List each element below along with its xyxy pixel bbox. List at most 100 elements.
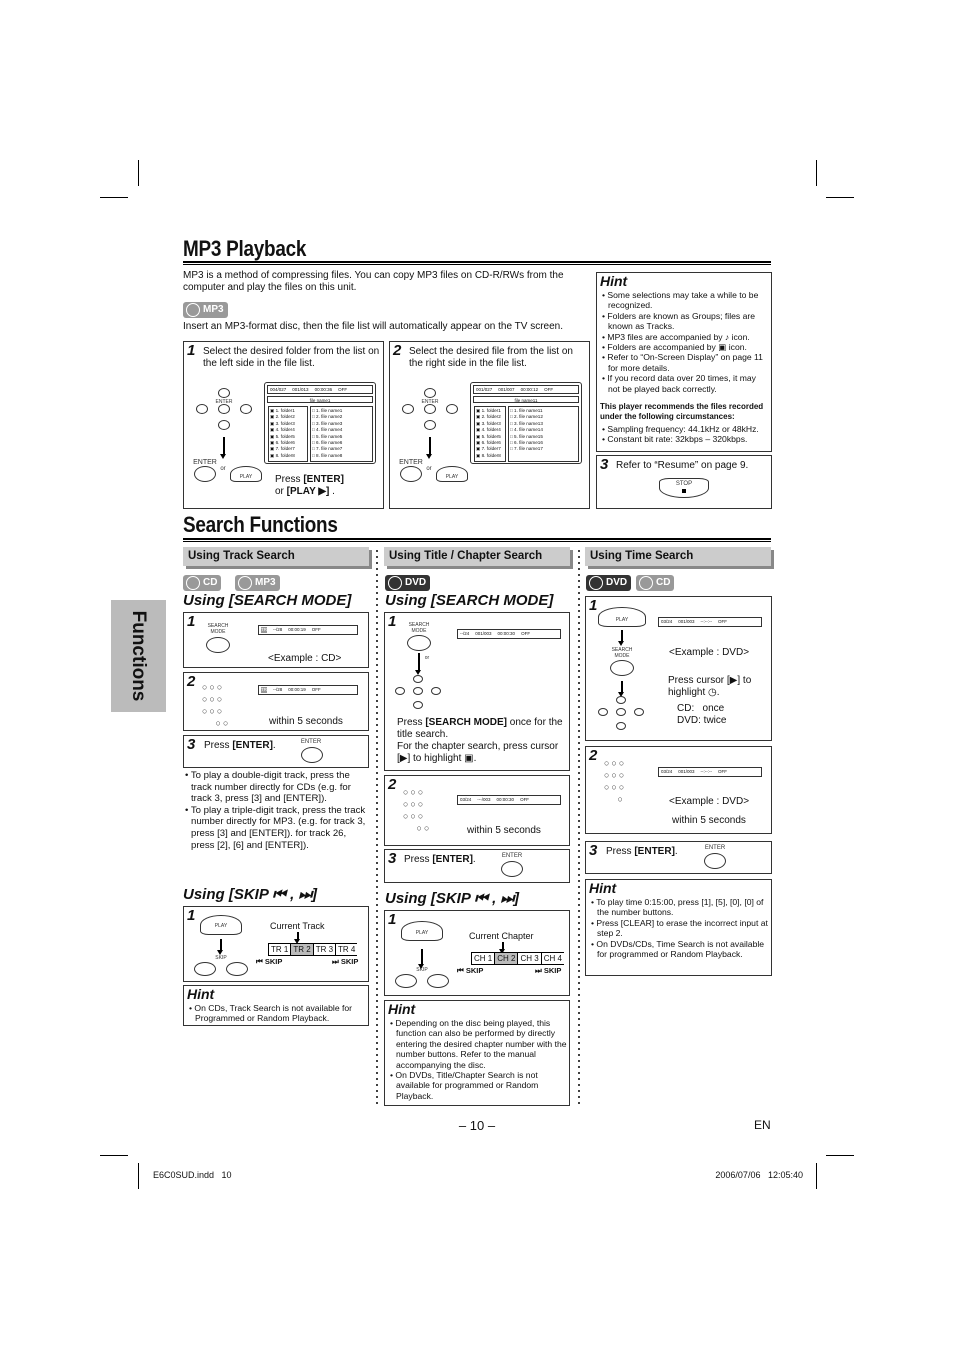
file-item: □ 8. file name8	[312, 452, 343, 458]
folder-list: ▣ 1. folder1 ▣ 2. folder2 ▣ 3. folder3 ▣ 4.…	[474, 406, 506, 462]
example-label: <Example : CD>	[268, 653, 342, 664]
down-button[interactable]	[413, 701, 423, 709]
arrow-down-icon	[220, 437, 226, 459]
mp3-step2-box: 2 Select the desired file from the list …	[389, 341, 590, 509]
step-number: 1	[589, 597, 598, 614]
arrow-down-icon	[294, 932, 300, 944]
enter-button[interactable]	[301, 747, 323, 763]
enter-button[interactable]	[413, 687, 423, 695]
track-hint-box: Hint On CDs, Track Search is not availab…	[183, 985, 369, 1026]
step-number: 1	[388, 613, 397, 630]
mp3-step3-box: 3 Refer to “Resume” on page 9. STOP	[596, 455, 772, 509]
hint-item: On DVDs, Title/Chapter Search is not ava…	[388, 1070, 568, 1101]
enter-button[interactable]	[616, 708, 626, 716]
dvd-badge: DVD	[385, 575, 431, 591]
left-button[interactable]	[402, 404, 414, 414]
search-mode-label: SEARCH MODE	[611, 647, 633, 659]
track-search-header: Using Track Search	[183, 547, 369, 566]
time-hint-box: Hint To play time 0:15:00, press [1], [5…	[585, 879, 772, 976]
down-button[interactable]	[424, 420, 436, 430]
chapter-step3-box: 3 Press [ENTER]. ENTER	[384, 849, 570, 883]
left-button[interactable]	[598, 708, 608, 716]
crop-mark	[100, 1155, 128, 1156]
skip-back-button[interactable]	[194, 962, 216, 976]
cell: TR 3	[312, 944, 335, 955]
cell: TR 4	[335, 944, 357, 955]
step-number: 2	[589, 747, 598, 764]
track-step1-box: 1 SEARCH MODE TR --/28 00:00:19 OFF <Exampl…	[183, 612, 369, 668]
hint-title: Hint	[388, 1001, 416, 1017]
left-button[interactable]	[395, 687, 405, 695]
down-button[interactable]	[218, 420, 230, 430]
crop-mark	[826, 1155, 854, 1156]
enter-button[interactable]	[400, 466, 422, 482]
up-button[interactable]	[616, 696, 626, 704]
column-divider	[376, 548, 378, 1108]
arrow-down-icon	[618, 630, 624, 646]
enter-button[interactable]	[424, 404, 436, 414]
right-button[interactable]	[446, 404, 458, 414]
hint-item: Some selections may take a while to be r…	[600, 290, 770, 311]
left-button[interactable]	[196, 404, 208, 414]
folder-item: ▣ 7. folder7	[476, 446, 501, 452]
mp3-hint-box: Hint Some selections may take a while to…	[596, 272, 772, 452]
skip-forward-button[interactable]	[427, 974, 449, 988]
hint-item: MP3 files are accompanied by ♪ icon.	[600, 332, 770, 342]
enter-button[interactable]	[501, 861, 523, 877]
search-mode-button[interactable]	[610, 660, 634, 676]
right-button[interactable]	[634, 708, 644, 716]
right-button[interactable]	[431, 687, 441, 695]
current-label: Current Chapter	[469, 931, 534, 941]
cd-count: CD: once	[677, 703, 725, 714]
search-mode-button[interactable]	[407, 635, 431, 651]
folder-list: ▣ 1. folder1 ▣ 2. folder2 ▣ 3. folder3 ▣ 4.…	[268, 406, 308, 462]
skip-forward-button[interactable]	[226, 962, 248, 976]
skip-next-label: ⏭ SKIP	[332, 957, 359, 966]
step-text: Press [ENTER].	[404, 854, 476, 865]
enter-button[interactable]	[704, 853, 726, 869]
or-label: or	[426, 466, 432, 472]
search-mode-heading: Using [SEARCH MODE]	[183, 592, 352, 609]
step-number: 3	[589, 842, 598, 859]
arrow-down-icon	[418, 949, 424, 969]
skip-back-button[interactable]	[395, 974, 417, 988]
time-step3-box: 3 Press [ENTER]. ENTER	[585, 841, 772, 874]
search-mode-heading: Using [SEARCH MODE]	[385, 592, 554, 609]
track-notes: To play a double-digit track, press the …	[183, 770, 369, 851]
enter-button[interactable]	[194, 466, 216, 482]
number-buttons[interactable]: ○○○ ○○○ ○○○ ○	[604, 757, 626, 805]
number-buttons[interactable]: ○○○ ○○○ ○○○ ○○	[403, 786, 431, 834]
or-label: or	[220, 466, 226, 472]
skip-prev-label: ⏮ SKIP	[457, 966, 484, 975]
language-label: EN	[754, 1118, 771, 1132]
skip-label: SKIP	[416, 967, 428, 973]
step-text: Select the desired folder from the list …	[203, 346, 380, 369]
track-step3-box: 3 Press [ENTER]. ENTER	[183, 735, 369, 768]
hint-item: Press [CLEAR] to erase the incorrect inp…	[589, 918, 769, 939]
up-button[interactable]	[218, 388, 230, 398]
time-search-header: Using Time Search	[585, 547, 771, 566]
step-number: 1	[187, 342, 196, 359]
folder-item: ▣ 2. folder2	[476, 414, 501, 420]
search-mode-button[interactable]	[206, 637, 230, 653]
cell: CH 4	[540, 953, 564, 964]
note-item: To play a double-digit track, press the …	[183, 770, 369, 805]
chapter-cells: CH 1 CH 2 CH 3 CH 4	[471, 952, 564, 965]
right-button[interactable]	[240, 404, 252, 414]
current-label: Current Track	[270, 921, 325, 931]
up-button[interactable]	[424, 388, 436, 398]
disc-icon	[186, 576, 200, 590]
dvd-count: DVD: twice	[677, 715, 727, 726]
play-label: PLAY	[214, 923, 228, 929]
side-tab-label: Functions	[128, 610, 149, 702]
page-number: – 10 –	[458, 1118, 496, 1133]
down-button[interactable]	[616, 722, 626, 730]
enter-label: ENTER	[399, 459, 423, 466]
number-buttons[interactable]: ○○○ ○○○ ○○○ ○○	[202, 681, 230, 729]
mp3-badge: MP3	[235, 575, 280, 591]
play-label: PLAY	[615, 617, 629, 623]
enter-button[interactable]	[218, 404, 230, 414]
osd-bar: TR --/28 00:00:19 OFF	[258, 625, 358, 635]
up-button[interactable]	[413, 675, 423, 683]
filename-bar: file name1	[267, 396, 373, 403]
